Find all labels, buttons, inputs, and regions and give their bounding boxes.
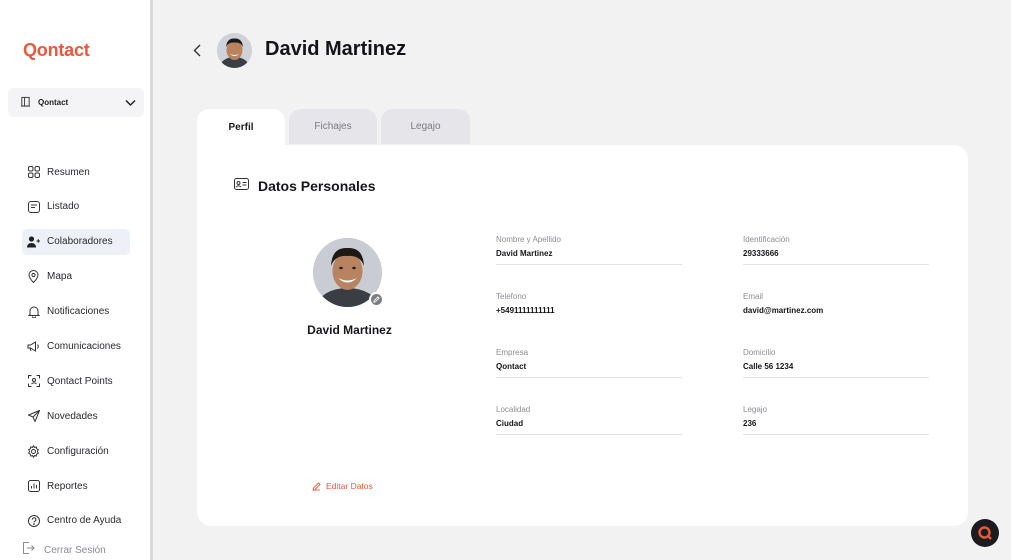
org-selector[interactable]: Qontact <box>8 88 144 117</box>
sidebar: Qontact Qontact Resumen Listado Colabora… <box>0 0 150 560</box>
tab-fichajes[interactable]: Fichajes <box>289 109 377 144</box>
sidebar-nav: Resumen Listado Colaboradores Mapa Notif… <box>22 159 142 543</box>
field-identificacion: Identificación 29333666 <box>743 235 929 265</box>
field-label: Empresa <box>496 348 529 357</box>
sidebar-item-label: Reportes <box>47 480 88 492</box>
field-value: +5491111111111 <box>496 306 555 315</box>
logout-button[interactable]: Cerrar Sesión <box>22 541 106 559</box>
sidebar-item-label: Comunicaciones <box>47 340 121 352</box>
field-value: David Martinez <box>496 249 682 265</box>
edit-photo-button[interactable] <box>369 292 384 307</box>
sidebar-item-label: Novedades <box>47 410 98 422</box>
megaphone-icon <box>27 340 40 353</box>
sidebar-item-label: Mapa <box>47 271 73 283</box>
logout-label: Cerrar Sesión <box>44 544 106 556</box>
avatar <box>217 33 252 68</box>
sidebar-item-comunicaciones[interactable]: Comunicaciones <box>22 333 142 359</box>
field-label: Domicilio <box>743 348 776 357</box>
section-title: Datos Personales <box>258 178 376 194</box>
grid-icon <box>27 166 40 179</box>
field-label: Legajo <box>743 405 768 414</box>
field-label: Nombre y Apellido <box>496 235 561 244</box>
id-card-icon <box>234 177 249 195</box>
edit-data-label: Editar Datos <box>326 481 373 491</box>
field-label: Identificación <box>743 235 790 244</box>
sidebar-item-mapa[interactable]: Mapa <box>22 264 142 290</box>
chat-button[interactable] <box>971 519 999 547</box>
send-icon <box>27 410 40 423</box>
field-value: david@martinez.com <box>743 306 824 315</box>
sidebar-item-reportes[interactable]: Reportes <box>22 473 142 499</box>
building-icon <box>20 94 31 112</box>
field-label: Email <box>743 292 764 301</box>
sidebar-item-label: Listado <box>47 201 80 213</box>
field-telefono: Telefono +5491111111111 <box>496 292 682 321</box>
back-button[interactable] <box>190 42 204 58</box>
user-plus-icon <box>27 235 40 248</box>
pencil-icon <box>312 481 321 491</box>
profile-card: Datos Personales David Martinez Nombre y… <box>197 145 968 526</box>
profile-name: David Martinez <box>307 323 392 337</box>
field-empresa: Empresa Qontact <box>496 348 682 378</box>
list-icon <box>27 200 40 213</box>
scan-icon <box>27 375 40 388</box>
chevron-down-icon <box>125 94 136 112</box>
sidebar-scrollbar[interactable] <box>150 0 153 560</box>
app-logo[interactable]: Qontact <box>23 40 90 61</box>
sidebar-item-listado[interactable]: Listado <box>22 194 142 220</box>
sidebar-item-label: Centro de Ayuda <box>47 515 122 527</box>
section-header: Datos Personales <box>234 177 376 195</box>
chevron-left-icon <box>193 44 201 56</box>
field-nombre-apellido: Nombre y Apellido David Martinez <box>496 235 682 265</box>
field-legajo: Legajo 236 <box>743 405 929 435</box>
sidebar-item-notificaciones[interactable]: Notificaciones <box>22 299 142 325</box>
sidebar-item-colaboradores[interactable]: Colaboradores <box>22 228 130 255</box>
sidebar-item-centro-de-ayuda[interactable]: Centro de Ayuda <box>22 508 142 534</box>
edit-data-button[interactable]: Editar Datos <box>312 481 373 491</box>
map-pin-icon <box>27 270 40 284</box>
qontact-chat-icon <box>978 526 992 540</box>
logout-icon <box>22 541 35 559</box>
field-value: 29333666 <box>743 249 929 265</box>
sidebar-item-label: Qontact Points <box>47 375 113 387</box>
sidebar-item-label: Notificaciones <box>47 306 110 318</box>
field-value: Calle 56 1234 <box>743 362 929 378</box>
bell-icon <box>27 305 40 319</box>
sidebar-item-configuracion[interactable]: Configuración <box>22 438 142 464</box>
field-label: Telefono <box>496 292 527 301</box>
field-value: 236 <box>743 419 929 435</box>
sidebar-item-qontact-points[interactable]: Qontact Points <box>22 368 142 394</box>
field-value: Qontact <box>496 362 682 378</box>
field-domicilio: Domicilio Calle 56 1234 <box>743 348 929 378</box>
field-localidad: Localidad Ciudad <box>496 405 682 435</box>
org-selector-value: Qontact <box>38 98 69 107</box>
sidebar-item-label: Configuración <box>47 445 109 457</box>
page-title: David Martinez <box>265 38 407 60</box>
tab-legajo[interactable]: Legajo <box>381 109 470 144</box>
sidebar-item-label: Colaboradores <box>47 236 113 248</box>
pencil-icon <box>373 296 380 303</box>
tab-perfil[interactable]: Perfil <box>197 109 285 145</box>
help-icon <box>27 514 40 527</box>
sidebar-item-novedades[interactable]: Novedades <box>22 403 142 429</box>
gear-icon <box>27 444 40 458</box>
field-email: Email david@martinez.com <box>743 292 929 321</box>
field-value: Ciudad <box>496 419 682 435</box>
chart-icon <box>27 480 40 493</box>
field-label: Localidad <box>496 405 531 414</box>
sidebar-item-resumen[interactable]: Resumen <box>22 159 142 185</box>
sidebar-item-label: Resumen <box>47 166 90 178</box>
